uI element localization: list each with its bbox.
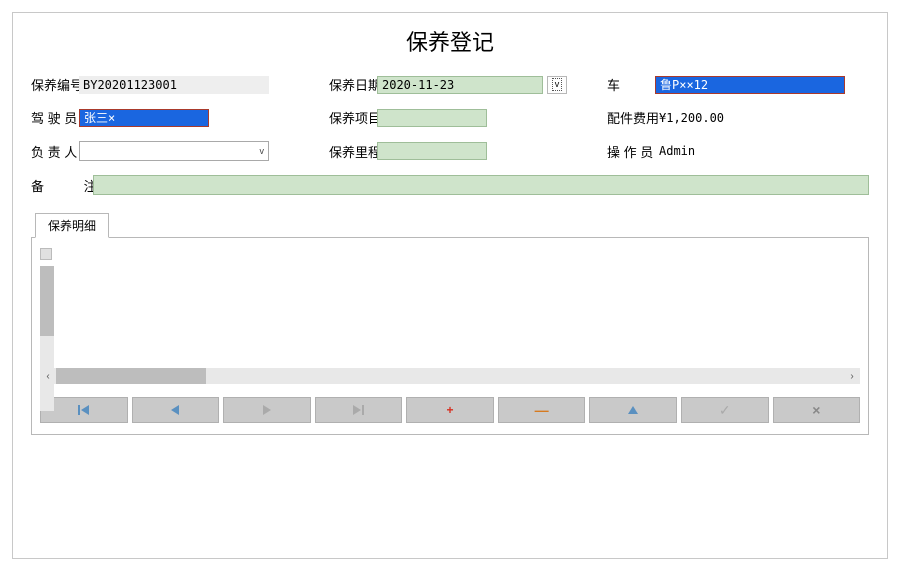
plus-icon: + — [447, 403, 454, 417]
horizontal-scrollbar[interactable]: ‹ › — [40, 368, 860, 384]
scroll-right-icon[interactable]: › — [844, 371, 860, 382]
mileage-field[interactable] — [377, 142, 487, 160]
next-record-button — [223, 397, 311, 423]
minus-icon: — — [535, 402, 549, 418]
page-title: 保养登记 — [31, 25, 869, 57]
label-maint-item: 保养项目 — [329, 108, 377, 127]
detail-grid-container: ‹ › + — [31, 237, 869, 435]
triangle-left-icon — [171, 405, 179, 415]
add-record-button[interactable]: + — [406, 397, 494, 423]
label-maint-date: 保养日期 — [329, 75, 377, 94]
edit-record-button[interactable] — [589, 397, 677, 423]
detail-grid[interactable] — [40, 248, 860, 368]
chevron-down-icon: v — [552, 78, 563, 91]
label-vehicle-no: 车 号 — [607, 75, 655, 94]
driver-field[interactable]: 张三× — [79, 109, 209, 127]
last-record-button — [315, 397, 403, 423]
responsible-select[interactable]: v — [79, 141, 269, 161]
first-icon — [78, 405, 89, 415]
chevron-down-icon: v — [260, 146, 265, 156]
label-mileage: 保养里程 — [329, 142, 377, 161]
hscroll-track[interactable] — [56, 368, 844, 384]
last-icon — [353, 405, 364, 415]
maint-date-field[interactable]: 2020-11-23 v — [377, 76, 567, 94]
hscroll-thumb[interactable] — [56, 368, 206, 384]
remark-field[interactable] — [93, 175, 869, 195]
cancel-button: × — [773, 397, 861, 423]
triangle-up-icon — [628, 406, 638, 414]
label-responsible: 负 责 人 — [31, 142, 79, 161]
check-icon: ✓ — [719, 402, 731, 419]
maint-date-value[interactable]: 2020-11-23 — [377, 76, 543, 94]
confirm-button: ✓ — [681, 397, 769, 423]
close-icon: × — [812, 402, 820, 418]
vehicle-no-field[interactable]: 鲁P××12 — [655, 76, 845, 94]
form-grid: 保养编号 BY20201123001 保养日期 2020-11-23 v 车 号… — [31, 75, 869, 161]
grid-corner-icon — [40, 248, 52, 260]
vertical-scrollbar[interactable] — [40, 266, 54, 411]
scroll-left-icon[interactable]: ‹ — [40, 371, 56, 382]
date-picker-button[interactable]: v — [547, 76, 567, 94]
detail-section: 保养明细 ‹ › — [31, 213, 869, 435]
delete-record-button[interactable]: — — [498, 397, 586, 423]
vscroll-thumb[interactable] — [40, 266, 54, 336]
operator-value: Admin — [655, 142, 845, 160]
label-parts-fee: 配件费用 — [607, 108, 655, 127]
tab-maintenance-detail[interactable]: 保养明细 — [35, 213, 109, 238]
maintenance-register-window: 保养登记 保养编号 BY20201123001 保养日期 2020-11-23 … — [12, 12, 888, 559]
label-operator: 操 作 员 — [607, 142, 655, 161]
remark-row: 备 注 — [31, 175, 869, 195]
label-remark: 备 注 — [31, 176, 93, 195]
triangle-right-icon — [263, 405, 271, 415]
parts-fee-value: ¥1,200.00 — [655, 109, 845, 127]
record-navigator-toolbar: + — ✓ × — [40, 392, 860, 428]
maint-no-field: BY20201123001 — [79, 76, 269, 94]
label-maint-no: 保养编号 — [31, 75, 79, 94]
label-driver: 驾 驶 员 — [31, 108, 79, 127]
maint-item-field[interactable] — [377, 109, 487, 127]
prev-record-button[interactable] — [132, 397, 220, 423]
